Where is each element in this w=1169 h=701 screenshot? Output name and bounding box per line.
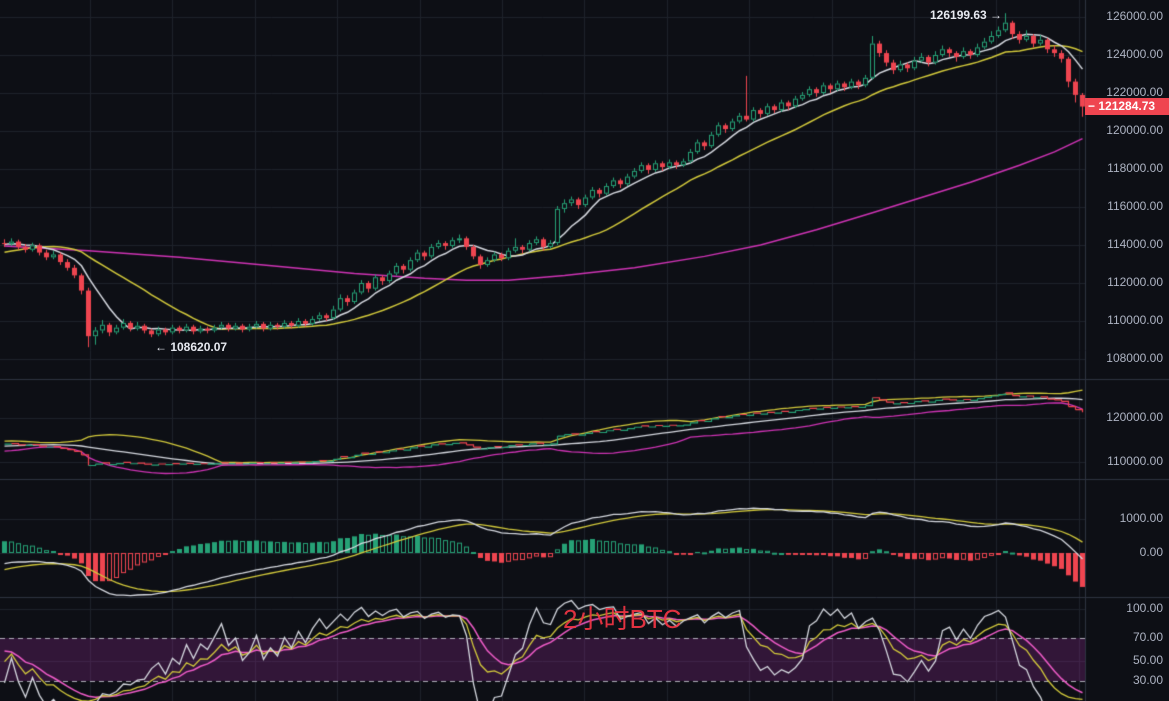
- price-tick-label: 116000.00: [1107, 199, 1163, 213]
- high-price-label: 126199.63 →: [930, 8, 1002, 22]
- price-tick-label: 0.00: [1140, 545, 1163, 559]
- price-tick-label: 50.00: [1133, 653, 1163, 667]
- trading-chart: 126000.00 124000.00 122000.00 120000.00 1180…: [0, 0, 1169, 701]
- price-tick-label: 100.00: [1126, 601, 1163, 615]
- price-tick-label: 120000.00: [1106, 410, 1163, 424]
- price-tick-label: 120000.00: [1106, 123, 1163, 137]
- last-price-value: 121284.73: [1098, 99, 1155, 113]
- price-tick-label: 114000.00: [1107, 237, 1163, 251]
- price-tick-label: 122000.00: [1106, 85, 1163, 99]
- price-tick-label: 112000.00: [1107, 275, 1163, 289]
- price-tick-label: 108000.00: [1106, 351, 1163, 365]
- price-tick-label: 70.00: [1133, 630, 1163, 644]
- price-tick-label: 1000.00: [1120, 511, 1163, 525]
- price-tick-label: 124000.00: [1106, 47, 1163, 61]
- last-price-badge[interactable]: − 121284.73: [1085, 98, 1169, 115]
- low-price-label: ← 108620.07: [155, 340, 227, 354]
- price-tick-label: 118000.00: [1107, 161, 1163, 175]
- watermark-label: 2小时BTC: [563, 599, 681, 636]
- price-tick-label: 110000.00: [1107, 454, 1163, 468]
- price-line-marker: −: [1088, 99, 1095, 113]
- price-tick-label: 110000.00: [1107, 313, 1163, 327]
- price-tick-label: 126000.00: [1106, 9, 1163, 23]
- price-tick-label: 30.00: [1133, 673, 1163, 687]
